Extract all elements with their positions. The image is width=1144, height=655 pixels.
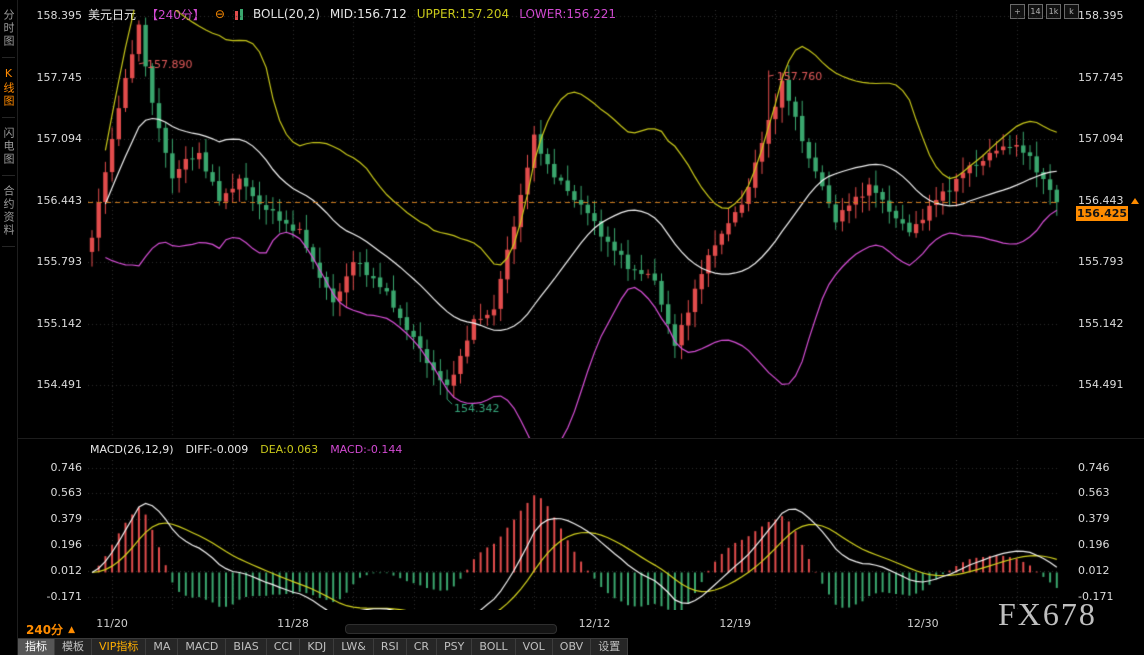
macd-dea-value: DEA:0.063 bbox=[260, 443, 318, 456]
watermark: FX678 bbox=[998, 596, 1097, 633]
footer-tab-16[interactable]: 设置 bbox=[591, 639, 628, 655]
footer-tab-1[interactable]: 指标 bbox=[18, 639, 55, 655]
footer-tab-5[interactable]: MACD bbox=[178, 639, 226, 655]
price-tick-left: 154.491 bbox=[18, 378, 82, 392]
footer-tab-14[interactable]: VOL bbox=[516, 639, 553, 655]
macd-tick-left: 0.012 bbox=[18, 564, 82, 578]
macd-tick-left: 0.746 bbox=[18, 461, 82, 475]
date-tick: 12/12 bbox=[577, 617, 613, 630]
scrollbar-thumb[interactable] bbox=[345, 624, 557, 634]
footer-tab-12[interactable]: PSY bbox=[437, 639, 472, 655]
macd-tick-left: 0.379 bbox=[18, 512, 82, 526]
footer-tab-13[interactable]: BOLL bbox=[472, 639, 515, 655]
price-tick-left: 155.793 bbox=[18, 255, 82, 269]
current-price-badge: 156.425 bbox=[1076, 206, 1128, 221]
price-tick-right: 157.745 bbox=[1078, 71, 1142, 85]
sidebar-item-3[interactable]: 闪电图 bbox=[2, 127, 15, 176]
sidebar-item-2[interactable]: K线图 bbox=[2, 67, 15, 118]
footer-tab-2[interactable]: 模板 bbox=[55, 639, 92, 655]
macd-title[interactable]: MACD(26,12,9) bbox=[90, 443, 174, 456]
price-tick-right: 158.395 bbox=[1078, 9, 1142, 23]
macd-tick-left: 0.563 bbox=[18, 486, 82, 500]
macd-header: MACD(26,12,9) DIFF:-0.009 DEA:0.063 MACD… bbox=[90, 443, 402, 456]
macd-diff-value: DIFF:-0.009 bbox=[186, 443, 249, 456]
sidebar-item-1[interactable]: 分时图 bbox=[2, 9, 15, 58]
date-tick: 12/19 bbox=[717, 617, 753, 630]
macd-tick-right: 0.563 bbox=[1078, 486, 1142, 500]
footer-tab-15[interactable]: OBV bbox=[553, 639, 591, 655]
trading-app: 分时图K线图闪电图合约资料 美元日元 【240分】 ⊖ BOLL(20,2) M… bbox=[0, 0, 1144, 655]
macd-bar-value: MACD:-0.144 bbox=[330, 443, 402, 456]
footer-tab-4[interactable]: MA bbox=[146, 639, 178, 655]
period-label: 240分 bbox=[26, 621, 63, 638]
footer-toolbar: 指标模板VIP指标MAMACDBIASCCIKDJLW&RSICRPSYBOLL… bbox=[18, 638, 628, 655]
panel-separator bbox=[18, 438, 1144, 439]
price-tick-right: 155.142 bbox=[1078, 317, 1142, 331]
price-tick-left: 155.142 bbox=[18, 317, 82, 331]
macd-tick-left: 0.196 bbox=[18, 538, 82, 552]
price-tick-right: 155.793 bbox=[1078, 255, 1142, 269]
window-control-icon-4[interactable]: k bbox=[1064, 4, 1079, 19]
sidebar-item-4[interactable]: 合约资料 bbox=[2, 185, 15, 247]
price-tick-right: 154.491 bbox=[1078, 378, 1142, 392]
macd-tick-right: 0.379 bbox=[1078, 512, 1142, 526]
footer-tab-6[interactable]: BIAS bbox=[226, 639, 266, 655]
macd-tick-left: -0.171 bbox=[18, 590, 82, 604]
footer-tab-8[interactable]: KDJ bbox=[300, 639, 334, 655]
footer-tab-7[interactable]: CCI bbox=[267, 639, 301, 655]
macd-tick-right: 0.746 bbox=[1078, 461, 1142, 475]
macd-chart-canvas[interactable] bbox=[88, 460, 1060, 610]
footer-tab-11[interactable]: CR bbox=[407, 639, 437, 655]
footer-tab-9[interactable]: LW& bbox=[334, 639, 374, 655]
macd-tick-right: 0.012 bbox=[1078, 564, 1142, 578]
price-tick-left: 157.745 bbox=[18, 71, 82, 85]
footer-tab-3[interactable]: VIP指标 bbox=[92, 639, 146, 655]
price-arrow-icon bbox=[1131, 198, 1139, 204]
price-tick-left: 157.094 bbox=[18, 132, 82, 146]
macd-tick-right: 0.196 bbox=[1078, 538, 1142, 552]
main-chart-canvas[interactable] bbox=[88, 10, 1060, 438]
price-tick-left: 156.443 bbox=[18, 194, 82, 208]
period-indicator[interactable]: 240分 ▲ bbox=[26, 621, 75, 638]
footer-tab-10[interactable]: RSI bbox=[374, 639, 407, 655]
period-arrow-icon: ▲ bbox=[68, 625, 75, 635]
sidebar: 分时图 K线图闪电图合约资料 bbox=[0, 0, 18, 655]
price-tick-right: 157.094 bbox=[1078, 132, 1142, 146]
date-tick: 11/20 bbox=[94, 617, 130, 630]
date-tick: 12/30 bbox=[905, 617, 941, 630]
price-tick-left: 158.395 bbox=[18, 9, 82, 23]
date-tick: 11/28 bbox=[275, 617, 311, 630]
